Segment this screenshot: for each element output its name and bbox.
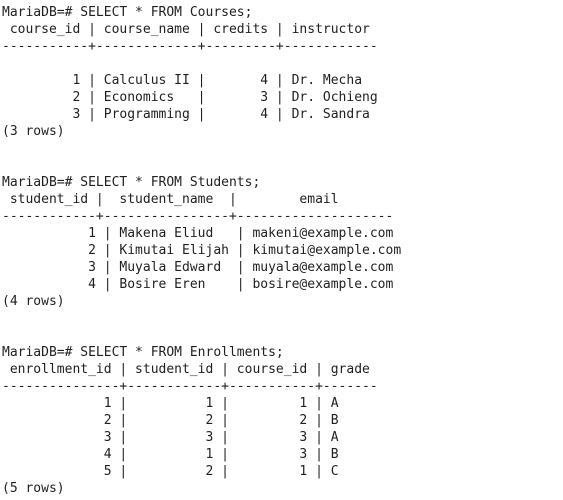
terminal-line: 2 | 2 | 2 | B: [2, 413, 339, 428]
terminal-line: 3 | Programming | 4 | Dr. Sandra: [2, 107, 370, 122]
terminal-line: MariaDB=# SELECT * FROM Enrollments;: [2, 345, 284, 360]
terminal-line: 4 | 1 | 3 | B: [2, 447, 339, 462]
terminal-line: 4 | Bosire Eren | bosire@example.com: [2, 277, 394, 292]
terminal-line: MariaDB=# SELECT * FROM Courses;: [2, 5, 253, 20]
terminal-line: (4 rows): [2, 294, 65, 309]
terminal-output[interactable]: MariaDB=# SELECT * FROM Courses; course_…: [0, 0, 563, 500]
terminal-line: 1 | 1 | 1 | A: [2, 396, 339, 411]
terminal-line: 1 | Makena Eliud | makeni@example.com: [2, 226, 394, 241]
terminal-line: 5 | 2 | 1 | C: [2, 464, 339, 479]
terminal-line: ---------------+------------+-----------…: [2, 379, 378, 394]
terminal-line: 3 | 3 | 3 | A: [2, 430, 339, 445]
terminal-line: student_id | student_name | email: [2, 192, 339, 207]
terminal-line: (5 rows): [2, 481, 65, 496]
terminal-line: -----------+-------------+---------+----…: [2, 39, 378, 54]
terminal-line: (3 rows): [2, 124, 65, 139]
terminal-line: ------------+----------------+----------…: [2, 209, 394, 224]
terminal-line: enrollment_id | student_id | course_id |…: [2, 362, 370, 377]
terminal-line: 2 | Economics | 3 | Dr. Ochieng: [2, 90, 378, 105]
terminal-line: 3 | Muyala Edward | muyala@example.com: [2, 260, 394, 275]
terminal-line: course_id | course_name | credits | inst…: [2, 22, 370, 37]
terminal-line: 2 | Kimutai Elijah | kimutai@example.com: [2, 243, 402, 258]
terminal-line: MariaDB=# SELECT * FROM Students;: [2, 175, 261, 190]
terminal-line: 1 | Calculus II | 4 | Dr. Mecha: [2, 73, 363, 88]
